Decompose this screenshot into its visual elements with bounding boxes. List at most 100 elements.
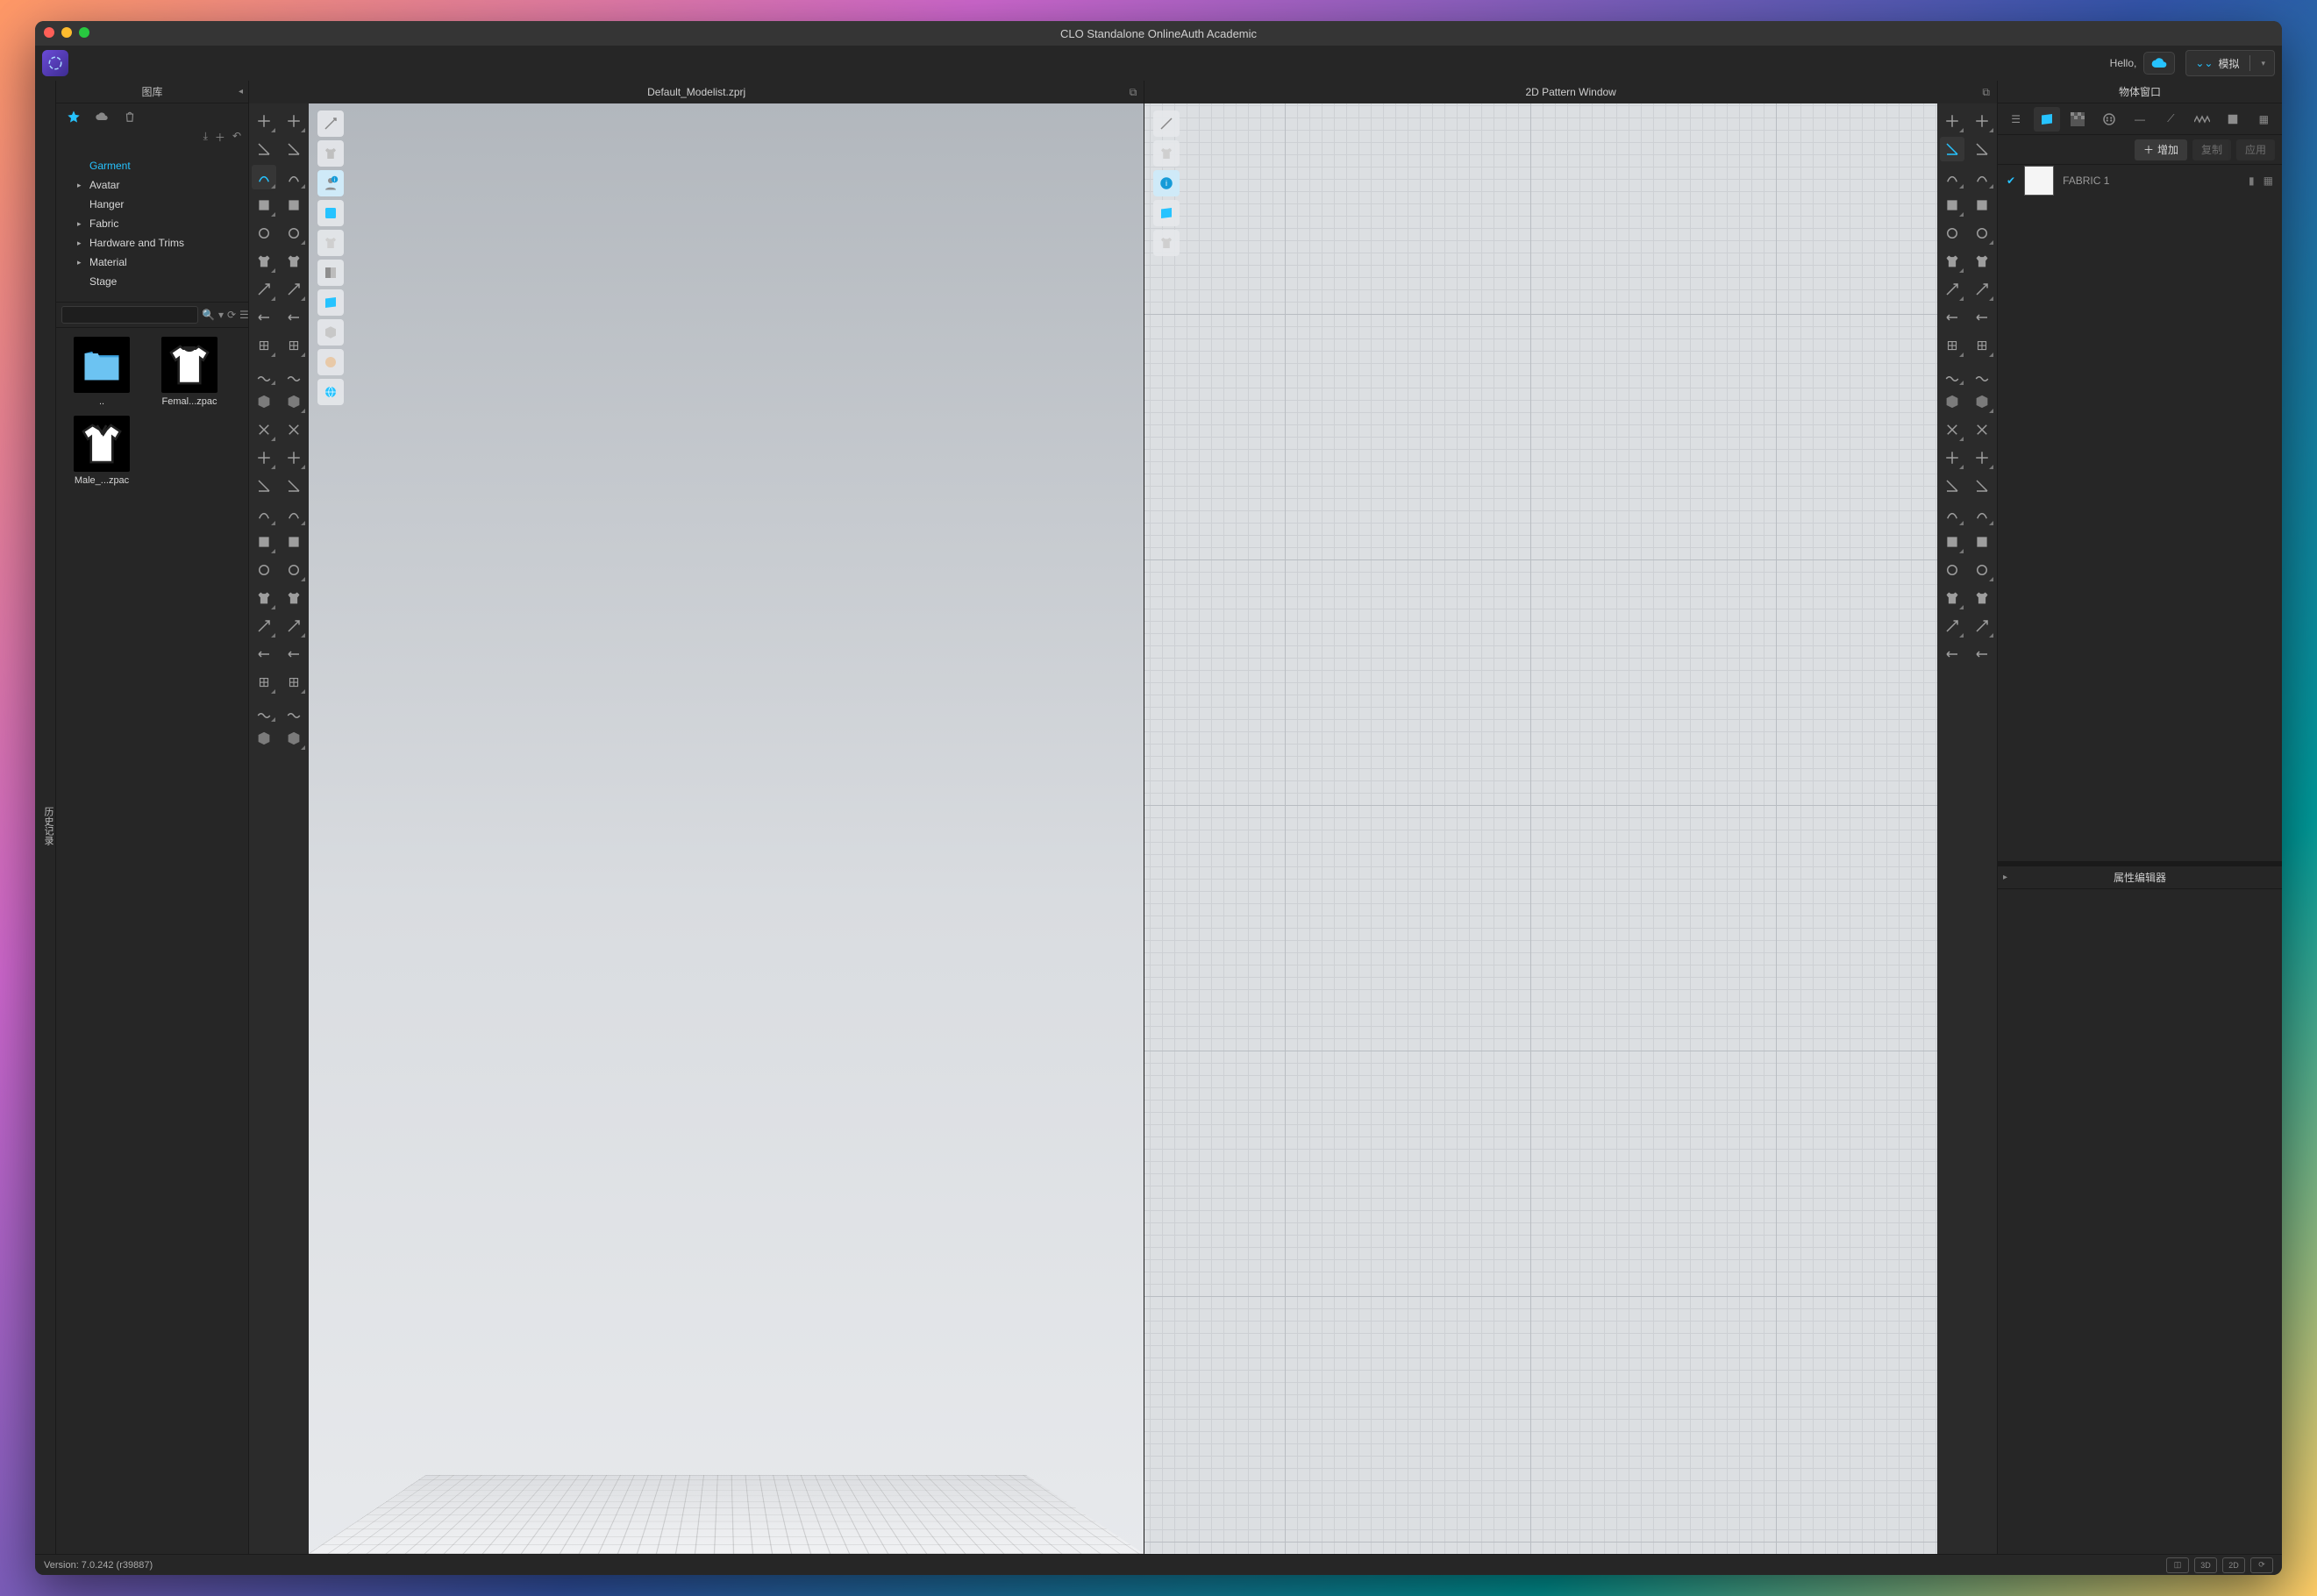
tool-button[interactable]: [252, 389, 276, 414]
tool-button[interactable]: [1970, 642, 1994, 666]
tool-button[interactable]: [1970, 109, 1994, 133]
tool-button[interactable]: [1970, 361, 1994, 386]
tool-button[interactable]: [1940, 445, 1964, 470]
tool-button[interactable]: [252, 586, 276, 610]
tool-button[interactable]: [1940, 165, 1964, 189]
scene-avatar-info-icon[interactable]: i: [317, 170, 344, 196]
scene-head-icon[interactable]: [317, 349, 344, 375]
back-icon[interactable]: ↶: [232, 130, 241, 151]
tool-button[interactable]: [1940, 417, 1964, 442]
tool-button[interactable]: [252, 614, 276, 638]
tree-item-material[interactable]: ▸Material: [56, 253, 248, 272]
tool-button[interactable]: [252, 221, 276, 246]
scene-cube-icon[interactable]: [317, 319, 344, 346]
tool-button[interactable]: [282, 249, 306, 274]
tab-scene-icon[interactable]: ☰: [2003, 107, 2028, 132]
tool-button[interactable]: [1970, 165, 1994, 189]
collapse-icon[interactable]: ◂: [239, 87, 243, 96]
scene2d-probe-icon[interactable]: [1153, 110, 1180, 137]
app-logo[interactable]: [42, 50, 68, 76]
tool-button[interactable]: [1970, 586, 1994, 610]
tool-button[interactable]: [252, 726, 276, 751]
tool-button[interactable]: [282, 558, 306, 582]
tool-button[interactable]: [282, 193, 306, 217]
popout-icon[interactable]: ⧉: [1130, 86, 1137, 99]
tab-button-icon[interactable]: [2096, 107, 2121, 132]
tool-button[interactable]: [252, 165, 276, 189]
simulate-dropdown[interactable]: ⌄⌄ 模拟 ▾: [2185, 50, 2275, 76]
tool-button[interactable]: [1970, 474, 1994, 498]
tool-button[interactable]: [282, 670, 306, 695]
fabric-tag-icon[interactable]: ▮: [2249, 175, 2255, 187]
tool-button[interactable]: [1970, 221, 1994, 246]
canvas-3d[interactable]: i: [309, 103, 1144, 1554]
tool-button[interactable]: [282, 165, 306, 189]
minimize-button[interactable]: [61, 27, 72, 38]
add-button[interactable]: ＋增加: [2135, 139, 2187, 160]
tool-button[interactable]: [252, 445, 276, 470]
tool-button[interactable]: [252, 277, 276, 302]
tool-button[interactable]: [252, 137, 276, 161]
tool-button[interactable]: [252, 670, 276, 695]
scene-garment-icon[interactable]: [317, 140, 344, 167]
tree-item-fabric[interactable]: ▸Fabric: [56, 214, 248, 233]
tool-button[interactable]: [282, 333, 306, 358]
tool-button[interactable]: [282, 137, 306, 161]
tool-button[interactable]: [1940, 502, 1964, 526]
tab-stitch-icon[interactable]: ―: [2127, 107, 2152, 132]
tool-button[interactable]: [1940, 249, 1964, 274]
refresh-icon[interactable]: ⟳: [227, 309, 236, 321]
tab-texture-icon[interactable]: [2065, 107, 2091, 132]
tool-button[interactable]: [252, 333, 276, 358]
tool-button[interactable]: [1940, 221, 1964, 246]
tree-item-hanger[interactable]: Hanger: [56, 195, 248, 214]
scene-material-icon[interactable]: [317, 289, 344, 316]
tree-item-avatar[interactable]: ▸Avatar: [56, 175, 248, 195]
tool-button[interactable]: [1970, 193, 1994, 217]
tool-button[interactable]: [1940, 109, 1964, 133]
tool-button[interactable]: [1970, 614, 1994, 638]
tool-button[interactable]: [1970, 530, 1994, 554]
tool-button[interactable]: [282, 277, 306, 302]
tool-button[interactable]: [282, 530, 306, 554]
tool-button[interactable]: [252, 502, 276, 526]
tool-button[interactable]: [282, 109, 306, 133]
tree-item-stage[interactable]: Stage: [56, 272, 248, 291]
scene-shirt-icon[interactable]: [317, 230, 344, 256]
library-tab-cloud[interactable]: [89, 106, 114, 127]
tool-button[interactable]: [282, 614, 306, 638]
scene2d-info-icon[interactable]: i: [1153, 170, 1180, 196]
tool-button[interactable]: [282, 221, 306, 246]
tab-grading-icon[interactable]: ▦: [2251, 107, 2277, 132]
tool-button[interactable]: [1940, 474, 1964, 498]
download-icon[interactable]: ⤓: [203, 130, 208, 151]
fabric-list-item[interactable]: ✔ FABRIC 1 ▮ ▦: [1998, 165, 2282, 196]
tool-button[interactable]: [252, 361, 276, 386]
refresh-view-icon[interactable]: ⟳: [2250, 1557, 2273, 1573]
tool-button[interactable]: [252, 642, 276, 666]
scene-globe-icon[interactable]: [317, 379, 344, 405]
copy-button[interactable]: 复制: [2192, 139, 2231, 160]
tool-button[interactable]: [252, 109, 276, 133]
library-tab-store[interactable]: [118, 106, 142, 127]
tool-button[interactable]: [1940, 530, 1964, 554]
tool-button[interactable]: [1970, 277, 1994, 302]
tool-button[interactable]: [282, 361, 306, 386]
expand-icon[interactable]: ▸: [2003, 873, 2007, 882]
search-icon[interactable]: 🔍: [202, 309, 215, 321]
tool-button[interactable]: [252, 530, 276, 554]
tool-button[interactable]: [1940, 361, 1964, 386]
popout-icon[interactable]: ⧉: [1982, 86, 1990, 99]
library-item[interactable]: ..: [65, 337, 139, 407]
scene-shaded-icon[interactable]: [317, 260, 344, 286]
tool-button[interactable]: [1940, 614, 1964, 638]
library-search-input[interactable]: [61, 306, 198, 324]
tool-button[interactable]: [252, 249, 276, 274]
tool-button[interactable]: [282, 502, 306, 526]
layout-split-icon[interactable]: ◫: [2166, 1557, 2189, 1573]
tool-button[interactable]: [1940, 193, 1964, 217]
apply-button[interactable]: 应用: [2236, 139, 2275, 160]
view-2d-button[interactable]: 2D: [2222, 1557, 2245, 1573]
canvas-2d[interactable]: i: [1144, 103, 1937, 1554]
tool-button[interactable]: [1970, 249, 1994, 274]
